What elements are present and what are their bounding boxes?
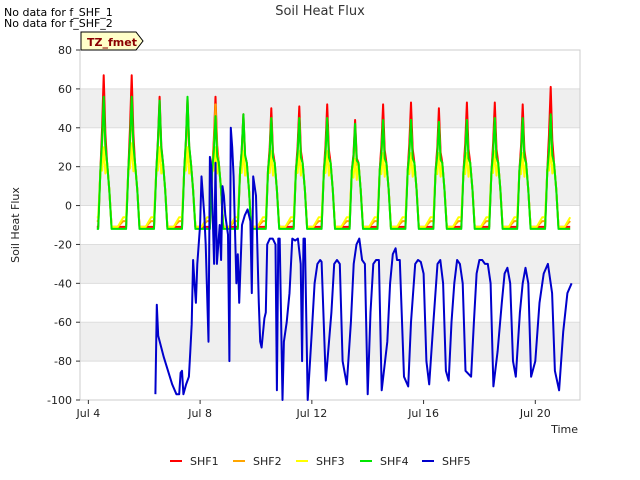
- legend-label-shf3: SHF3: [316, 455, 345, 468]
- y-axis: -100 -80 -60 -40 -20 0 20 40 60 80: [47, 44, 80, 407]
- x-tick-label: Jul 4: [75, 407, 100, 420]
- y-axis-label: Soil Heat Flux: [9, 187, 22, 263]
- y-tick-label: 40: [58, 122, 72, 135]
- y-tick-label: 0: [65, 200, 72, 213]
- y-tick-label: -80: [54, 355, 72, 368]
- legend-label-shf4: SHF4: [380, 455, 409, 468]
- no-data-note-2: No data for f_SHF_2: [4, 17, 113, 30]
- x-tick-label: Jul 8: [187, 407, 212, 420]
- legend-label-shf2: SHF2: [253, 455, 282, 468]
- x-axis-label: Time: [550, 423, 578, 436]
- grid-band: [80, 88, 580, 128]
- legend-label-shf5: SHF5: [442, 455, 471, 468]
- y-tick-label: 80: [58, 44, 72, 57]
- legend-label-shf1: SHF1: [190, 455, 219, 468]
- y-tick-label: 20: [58, 161, 72, 174]
- legend: SHF1 SHF2 SHF3 SHF4 SHF5: [170, 455, 471, 468]
- y-tick-label: -60: [54, 316, 72, 329]
- x-tick-label: Jul 16: [407, 407, 439, 420]
- x-tick-label: Jul 20: [519, 407, 551, 420]
- x-tick-label: Jul 12: [295, 407, 327, 420]
- site-tag: TZ_fmet: [80, 31, 144, 51]
- grid-band: [80, 50, 580, 89]
- x-axis: Jul 4 Jul 8 Jul 12 Jul 16 Jul 20: [75, 400, 551, 420]
- site-tag-label: TZ_fmet: [87, 36, 137, 49]
- soil-heat-flux-chart: Soil Heat Flux -100 -80 -60 -40 -20 0 20 40 60 80…: [9, 4, 581, 468]
- y-tick-label: -40: [54, 277, 72, 290]
- y-tick-label: 60: [58, 83, 72, 96]
- y-tick-label: -100: [47, 394, 72, 407]
- chart-title: Soil Heat Flux: [275, 4, 365, 19]
- grid-band: [80, 283, 580, 323]
- y-tick-label: -20: [54, 238, 72, 251]
